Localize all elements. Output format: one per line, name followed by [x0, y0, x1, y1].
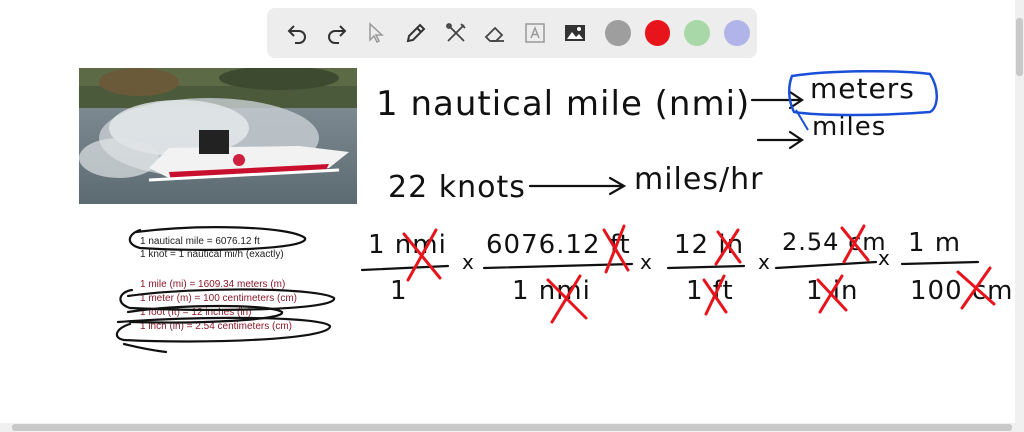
horizontal-scrollbar[interactable]	[0, 423, 1024, 432]
horizontal-scroll-thumb[interactable]	[12, 424, 1012, 431]
vertical-scrollbar[interactable]	[1015, 0, 1024, 432]
vertical-scroll-thumb[interactable]	[1016, 18, 1023, 76]
ink-annotations	[115, 69, 996, 354]
